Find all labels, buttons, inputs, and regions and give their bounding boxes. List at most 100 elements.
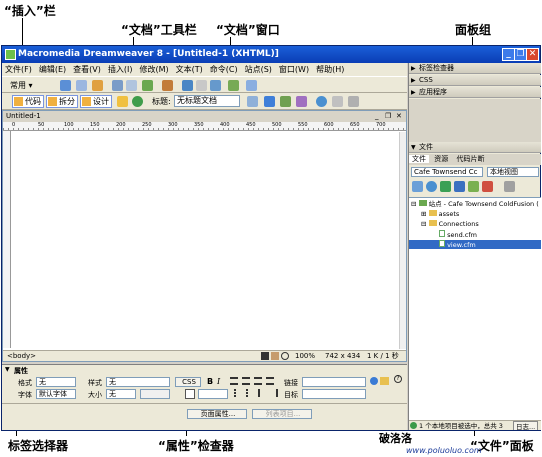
panel-css[interactable]: CSS	[409, 75, 541, 86]
view-options-icon[interactable]	[332, 96, 343, 107]
align-right-icon[interactable]	[254, 377, 262, 385]
panel-tag-inspector[interactable]: 标签检查器	[409, 63, 541, 74]
menu-site[interactable]: 站点(S)	[245, 64, 272, 75]
panel-files-header[interactable]: 文件	[409, 142, 541, 153]
template-icon[interactable]	[210, 80, 221, 91]
size-unit-select[interactable]	[140, 389, 170, 399]
callout-tag-selector: 标签选择器	[8, 439, 69, 453]
vertical-scrollbar[interactable]	[399, 132, 406, 349]
text-color-swatch[interactable]	[185, 389, 195, 399]
check-out-icon[interactable]	[468, 181, 479, 192]
code-view-button[interactable]: 代码	[12, 95, 44, 108]
refresh-files-icon[interactable]	[426, 181, 437, 192]
preview-browser-icon[interactable]	[264, 96, 275, 107]
get-files-icon[interactable]	[440, 181, 451, 192]
zoom-tool-icon[interactable]	[281, 352, 289, 360]
list-ordered-icon[interactable]	[246, 389, 254, 397]
watermark-url: www.poluoluo.com	[406, 446, 482, 455]
validate-icon[interactable]	[280, 96, 291, 107]
tag-chooser-icon[interactable]	[228, 80, 239, 91]
link-input[interactable]	[302, 377, 366, 387]
menu-help[interactable]: 帮助(H)	[316, 64, 344, 75]
site-select[interactable]: Cafe Townsend Cc	[411, 167, 483, 177]
refresh-icon[interactable]	[316, 96, 327, 107]
layer-icon[interactable]	[126, 80, 137, 91]
visual-aids-icon[interactable]	[348, 96, 359, 107]
title-bar[interactable]: Macromedia Dreamweaver 8 - [Untitled-1 (…	[2, 46, 540, 63]
text-color-input[interactable]	[198, 389, 228, 399]
font-select[interactable]: 默认字体	[36, 389, 76, 399]
css-button[interactable]: CSS	[175, 377, 201, 387]
image-icon[interactable]	[142, 80, 153, 91]
panel-application[interactable]: 应用程序	[409, 87, 541, 98]
expand-collapse-icon[interactable]	[504, 181, 515, 192]
point-to-file-icon[interactable]	[370, 377, 378, 385]
menu-insert[interactable]: 插入(I)	[108, 64, 133, 75]
tab-snippets[interactable]: 代码片断	[453, 155, 487, 163]
check-browser-icon[interactable]	[296, 96, 307, 107]
insert-category-select[interactable]: 常用 ▾	[10, 80, 33, 91]
design-canvas[interactable]	[12, 132, 406, 349]
tab-assets[interactable]: 资源	[431, 155, 451, 163]
menu-commands[interactable]: 命令(C)	[210, 64, 238, 75]
tree-folder-assets[interactable]: ⊞ assets	[421, 210, 459, 219]
connect-icon[interactable]	[412, 181, 423, 192]
tab-files[interactable]: 文件	[409, 155, 429, 163]
outdent-icon[interactable]	[258, 389, 266, 397]
style-select[interactable]: 无	[106, 377, 170, 387]
menu-modify[interactable]: 修改(M)	[139, 64, 168, 75]
menu-file[interactable]: 文件(F)	[5, 64, 32, 75]
design-view-button[interactable]: 设计	[80, 95, 112, 108]
media-icon[interactable]	[162, 80, 173, 91]
format-select[interactable]: 无	[36, 377, 76, 387]
menu-edit[interactable]: 编辑(E)	[39, 64, 66, 75]
target-select[interactable]	[302, 389, 366, 399]
file-management-icon[interactable]	[247, 96, 258, 107]
tree-site-root[interactable]: ⊟ 站点 - Cafe Townsend ColdFusion (	[411, 200, 539, 209]
align-center-icon[interactable]	[242, 377, 250, 385]
document-tab[interactable]: Untitled-1 _ ❐ ✕	[3, 111, 406, 122]
head-icon[interactable]	[246, 80, 257, 91]
menu-text[interactable]: 文本(T)	[176, 64, 203, 75]
hand-tool-icon[interactable]	[271, 352, 279, 360]
date-icon[interactable]	[182, 80, 193, 91]
zoom-level-select[interactable]: 100%	[295, 351, 315, 362]
tree-file-send[interactable]: send.cfm	[439, 230, 477, 239]
email-link-icon[interactable]	[76, 80, 87, 91]
check-in-icon[interactable]	[482, 181, 493, 192]
properties-collapse-icon[interactable]: ▼	[5, 366, 10, 373]
list-unordered-icon[interactable]	[234, 389, 242, 397]
doc-close-icon[interactable]: ✕	[396, 111, 402, 122]
page-properties-button[interactable]: 页面属性...	[187, 409, 247, 419]
browse-folder-icon[interactable]	[380, 377, 389, 385]
log-button[interactable]: 日志...	[513, 421, 539, 430]
tree-file-view[interactable]: view.cfm	[409, 240, 541, 249]
tree-folder-connections[interactable]: ⊟ Connections	[421, 220, 479, 229]
justify-icon[interactable]	[266, 377, 274, 385]
menu-view[interactable]: 查看(V)	[73, 64, 101, 75]
put-files-icon[interactable]	[454, 181, 465, 192]
italic-button[interactable]: I	[217, 377, 220, 386]
help-icon[interactable]: ?	[394, 375, 402, 383]
menu-window[interactable]: 窗口(W)	[279, 64, 309, 75]
select-tool-icon[interactable]	[261, 352, 269, 360]
comment-icon[interactable]	[196, 80, 207, 91]
table-icon[interactable]	[112, 80, 123, 91]
view-select[interactable]: 本地视图	[487, 167, 539, 177]
named-anchor-icon[interactable]	[92, 80, 103, 91]
globe-icon[interactable]	[132, 96, 143, 107]
split-view-button[interactable]: 拆分	[46, 95, 78, 108]
hyperlink-icon[interactable]	[60, 80, 71, 91]
doc-min-icon[interactable]: _	[375, 111, 379, 122]
window-size-select[interactable]: 742 x 434	[325, 351, 360, 362]
tag-selector[interactable]: <body>	[7, 351, 36, 362]
align-left-icon[interactable]	[230, 377, 238, 385]
indent-icon[interactable]	[270, 389, 278, 397]
size-select[interactable]: 无	[106, 389, 136, 399]
live-data-icon[interactable]	[117, 96, 128, 107]
document-title-input[interactable]: 无标题文档	[174, 95, 240, 107]
bold-button[interactable]: B	[207, 377, 213, 386]
file-icon	[439, 230, 445, 237]
close-button[interactable]: ✕	[526, 48, 539, 61]
doc-restore-icon[interactable]: ❐	[385, 111, 391, 122]
